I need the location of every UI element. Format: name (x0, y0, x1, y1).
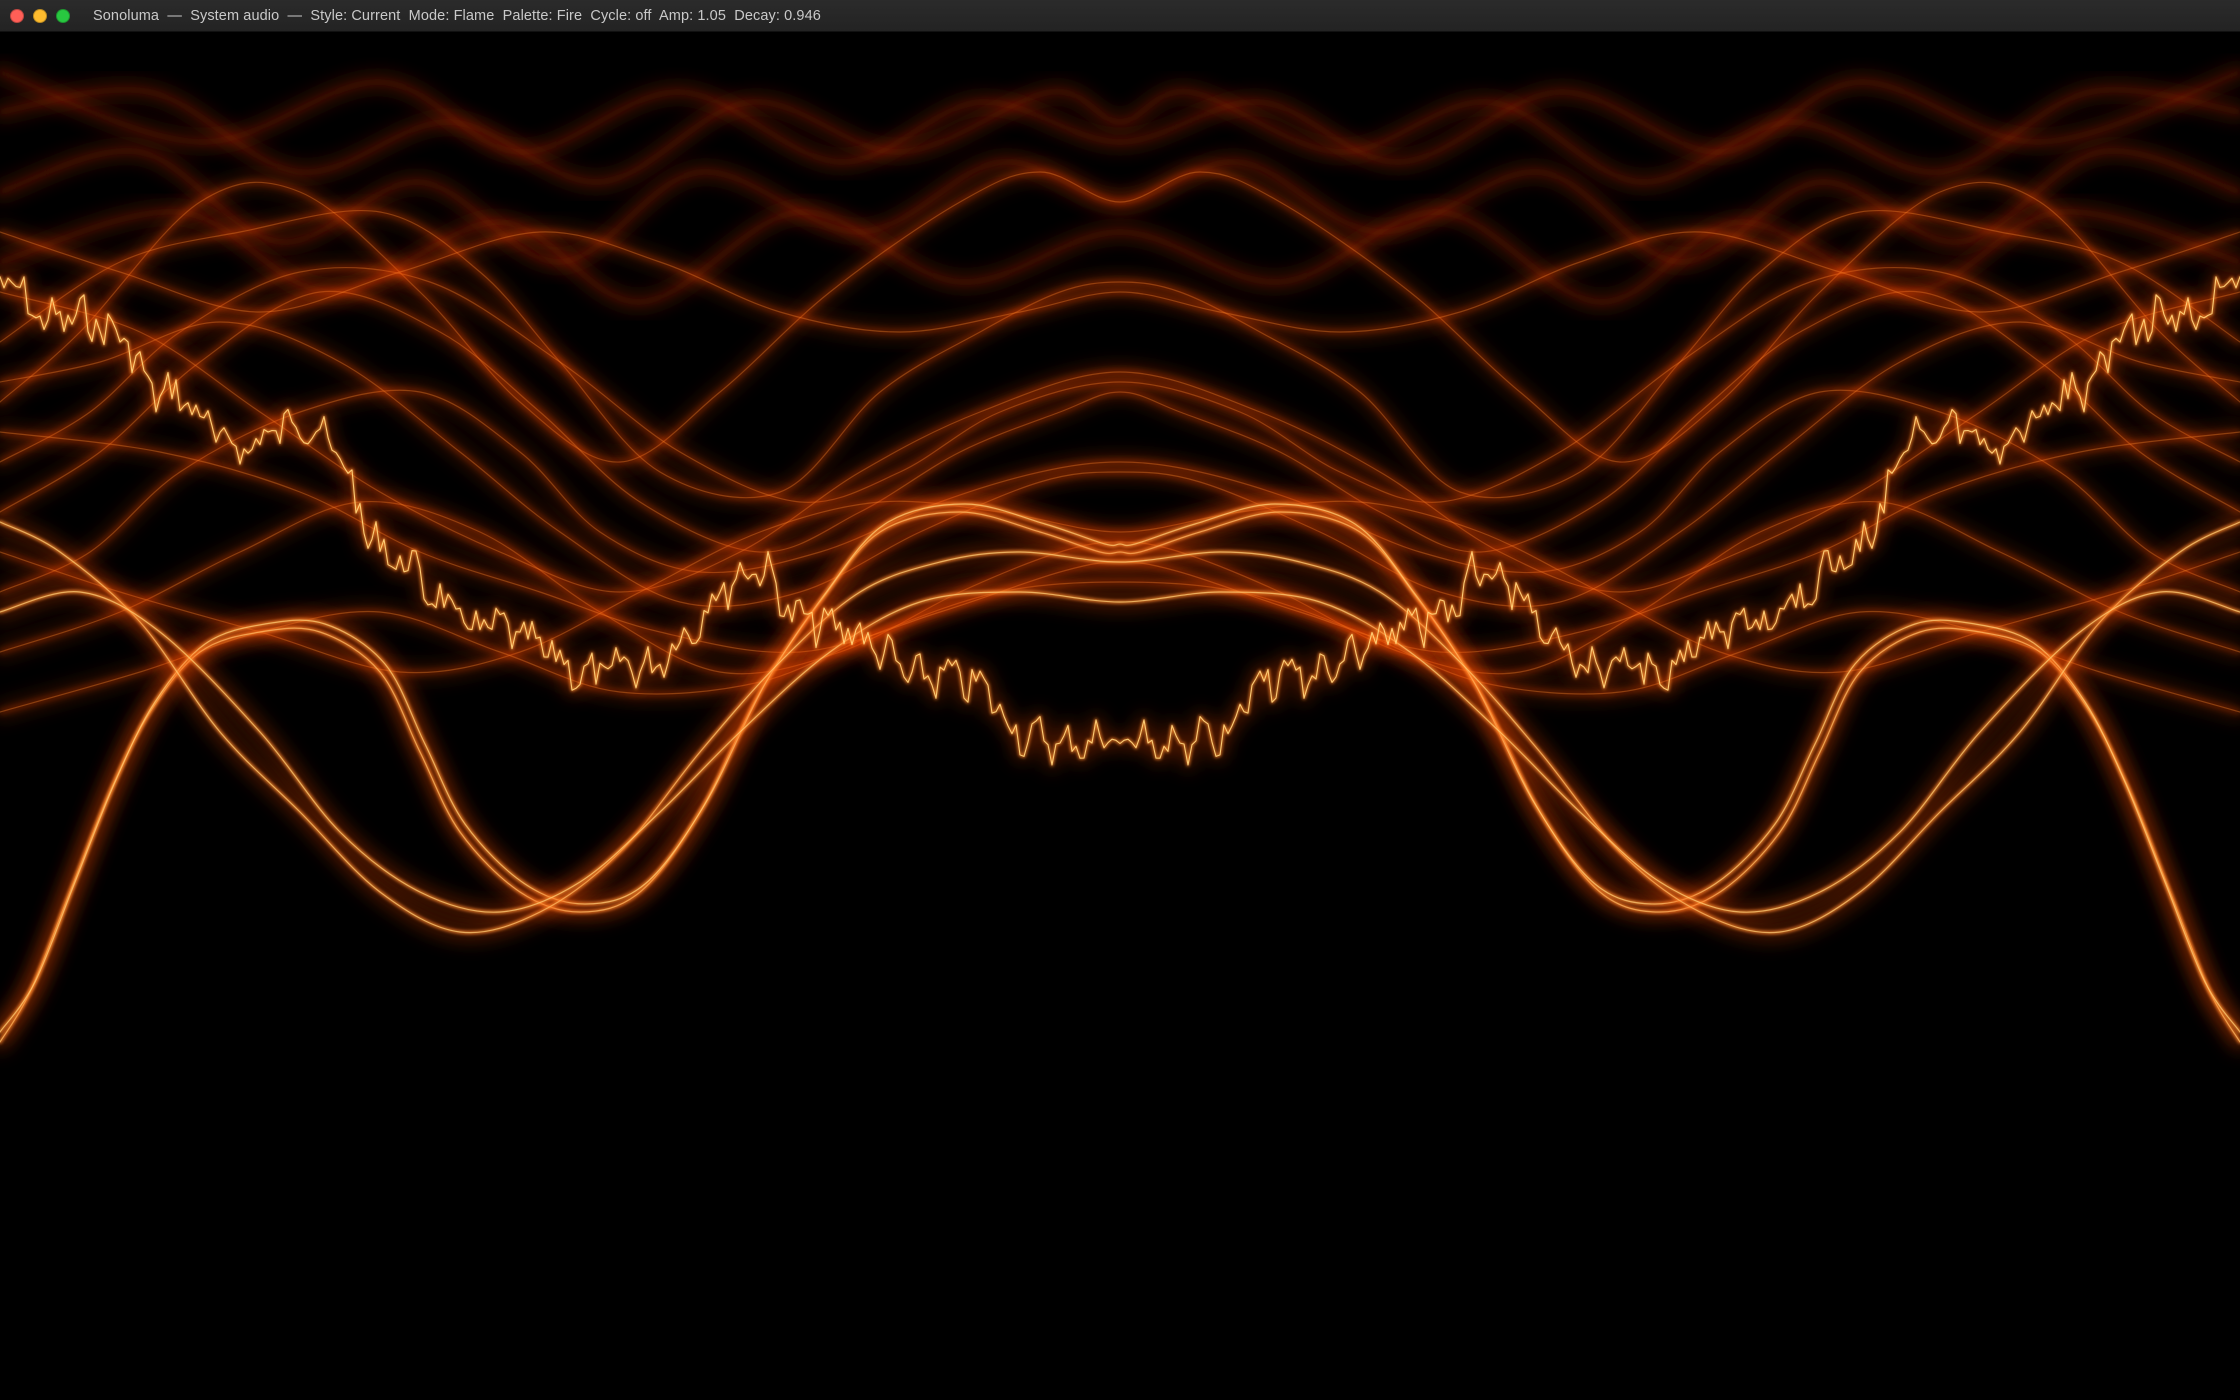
close-icon[interactable] (10, 8, 24, 23)
wave-line (0, 510, 2240, 1044)
app-window: Sonoluma — System audio — Style: Current… (0, 0, 2240, 1400)
live-waveform-layer (0, 271, 2240, 770)
title-bar[interactable]: Sonoluma — System audio — Style: Current… (0, 0, 2240, 32)
live-wave-line (0, 275, 2240, 767)
live-wave-glow (0, 271, 2240, 770)
wave-glow (0, 503, 2240, 1051)
window-controls (10, 8, 70, 23)
minimize-icon[interactable] (33, 8, 47, 23)
wave-core (0, 511, 2240, 1043)
live-wave-core (0, 276, 2240, 766)
window-title: Sonoluma — System audio — Style: Current… (93, 7, 821, 24)
zoom-icon[interactable] (56, 8, 70, 23)
visualizer-canvas[interactable] (0, 32, 2240, 1400)
waveform-visualization (0, 64, 2240, 1051)
